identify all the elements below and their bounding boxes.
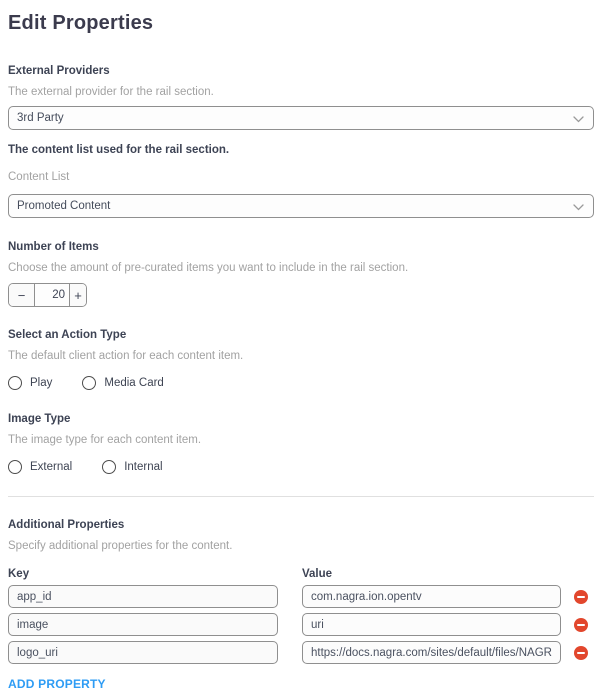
- page-title: Edit Properties: [8, 12, 594, 35]
- radio-icon[interactable]: [8, 376, 22, 390]
- action-type-label: Select an Action Type: [8, 329, 594, 341]
- image-type-description: The image type for each content item.: [8, 434, 594, 446]
- action-type-options: Play Media Card: [8, 376, 594, 390]
- add-property-button[interactable]: ADD PROPERTY: [8, 677, 106, 691]
- minus-icon: [577, 596, 585, 598]
- key-column-header: Key: [8, 568, 302, 580]
- additional-properties-description: Specify additional properties for the co…: [8, 540, 594, 552]
- additional-properties-label: Additional Properties: [8, 519, 594, 531]
- radio-option-internal[interactable]: Internal: [102, 460, 162, 474]
- radio-icon[interactable]: [102, 460, 116, 474]
- property-row: [8, 613, 594, 636]
- remove-property-icon[interactable]: [574, 590, 588, 604]
- radio-icon[interactable]: [82, 376, 96, 390]
- image-type-options: External Internal: [8, 460, 594, 474]
- property-key-input[interactable]: [8, 585, 278, 608]
- action-type-description: The default client action for each conte…: [8, 350, 594, 362]
- kv-column-headers: Key Value: [8, 568, 594, 580]
- increment-button[interactable]: +: [69, 284, 86, 306]
- property-key-input[interactable]: [8, 641, 278, 664]
- radio-option-label: Play: [30, 377, 52, 389]
- value-column-header: Value: [302, 568, 332, 580]
- chevron-down-icon: [573, 116, 584, 123]
- property-value-input[interactable]: [302, 613, 561, 636]
- number-of-items-stepper: − +: [8, 283, 87, 307]
- radio-option-label: Internal: [124, 461, 162, 473]
- chevron-down-icon: [573, 204, 584, 211]
- property-row: [8, 585, 594, 608]
- remove-property-icon[interactable]: [574, 646, 588, 660]
- radio-icon[interactable]: [8, 460, 22, 474]
- radio-option-external[interactable]: External: [8, 460, 72, 474]
- number-of-items-input[interactable]: [35, 284, 69, 306]
- property-value-input[interactable]: [302, 585, 561, 608]
- radio-option-play[interactable]: Play: [8, 376, 52, 390]
- external-providers-select[interactable]: 3rd Party: [8, 106, 594, 130]
- radio-option-media-card[interactable]: Media Card: [82, 376, 163, 390]
- external-providers-description: The external provider for the rail secti…: [8, 86, 594, 98]
- decrement-button[interactable]: −: [9, 284, 35, 306]
- content-list-selected-value: Promoted Content: [17, 200, 110, 212]
- minus-icon: [577, 652, 585, 654]
- edit-properties-form: Edit Properties External Providers The e…: [0, 0, 602, 693]
- property-key-input[interactable]: [8, 613, 278, 636]
- number-of-items-description: Choose the amount of pre-curated items y…: [8, 262, 594, 274]
- property-value-input[interactable]: [302, 641, 561, 664]
- number-of-items-label: Number of Items: [8, 241, 594, 253]
- radio-option-label: Media Card: [104, 377, 163, 389]
- image-type-label: Image Type: [8, 413, 594, 425]
- content-list-label: Content List: [8, 171, 594, 183]
- section-divider: [8, 496, 594, 497]
- external-providers-label: External Providers: [8, 65, 594, 77]
- radio-option-label: External: [30, 461, 72, 473]
- property-row: [8, 641, 594, 664]
- external-providers-selected-value: 3rd Party: [17, 112, 64, 124]
- content-list-heading: The content list used for the rail secti…: [8, 144, 594, 156]
- content-list-select[interactable]: Promoted Content: [8, 194, 594, 218]
- minus-icon: [577, 624, 585, 626]
- remove-property-icon[interactable]: [574, 618, 588, 632]
